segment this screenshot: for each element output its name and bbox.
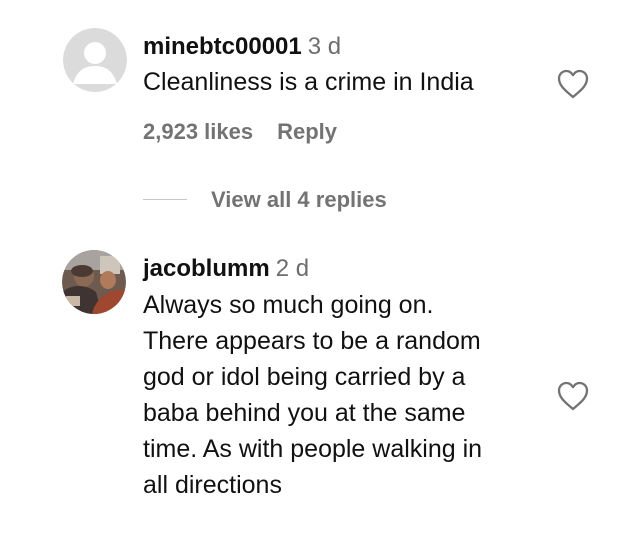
comment-text-line: baba behind you at the same (143, 399, 466, 427)
username[interactable]: jacoblumm (143, 255, 270, 282)
comment-text-line: Cleanliness is a crime in India (143, 68, 474, 96)
comment-item: minebtc00001 3 d Cleanliness is a crime i… (0, 0, 636, 230)
comment-text-line: There appears to be a random (143, 327, 481, 355)
avatar[interactable] (62, 250, 126, 314)
comment-header: jacoblumm 2 d (143, 254, 309, 284)
comment-text-line: all directions (143, 471, 282, 499)
default-avatar-icon (63, 28, 127, 92)
comment-text: Always so much going on. There appears t… (143, 287, 482, 503)
comment-header: minebtc00001 3 d (143, 32, 341, 62)
comment-item: jacoblumm 2 d Always so much going on. Th… (0, 230, 636, 530)
divider (143, 199, 187, 200)
comment-text: Cleanliness is a crime in India (143, 64, 474, 100)
like-count[interactable]: 2,923 likes (143, 119, 253, 145)
reply-button[interactable]: Reply (277, 119, 337, 145)
view-replies-label: View all 4 replies (211, 187, 387, 212)
comment-text-line: god or idol being carried by a (143, 363, 466, 391)
comment-text-line: Always so much going on. (143, 291, 434, 319)
comment-text-line: time. As with people walking in (143, 435, 483, 463)
timestamp: 2 d (275, 255, 310, 282)
comment-actions: 2,923 likes Reply (143, 119, 337, 145)
heart-outline-icon[interactable] (556, 380, 590, 412)
profile-photo (62, 250, 126, 314)
avatar[interactable] (63, 28, 127, 92)
heart-outline-icon[interactable] (556, 68, 590, 100)
timestamp: 3 d (307, 33, 342, 60)
username[interactable]: minebtc00001 (143, 33, 302, 60)
